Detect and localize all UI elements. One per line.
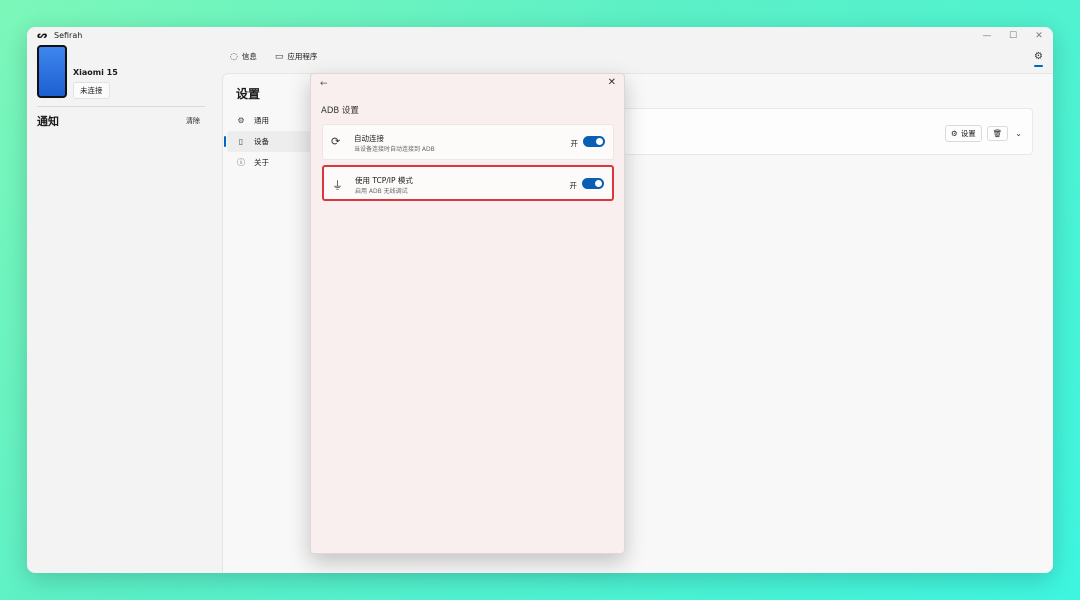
left-divider [37,106,205,107]
option-description: 当设备连接时自动连接到 ADB [354,146,435,153]
window-controls: — ☐ ✕ [981,29,1045,43]
tcpip-mode-toggle[interactable] [582,178,604,189]
option-auto-connect: ⟳ 自动连接 当设备连接时自动连接到 ADB 开 [322,124,614,160]
device-row-actions: ⚙ 设置 🗑 ⌄ [945,125,1024,142]
delete-device-button[interactable]: 🗑 [986,126,1009,141]
option-title: 自动连接 [354,134,384,143]
chevron-down-icon[interactable]: ⌄ [1013,129,1024,138]
settings-nav: ⚙ 通用 ▯ 设备 ⓘ 关于 [223,110,313,173]
option-title: 使用 TCP/IP 模式 [355,176,413,185]
tab-messages-label: 信息 [241,52,257,61]
device-name: Xiaomi 15 [73,68,118,77]
info-icon: ⓘ [237,158,245,167]
notifications-title: 通知 [37,115,59,128]
close-icon[interactable]: ✕ [608,77,616,88]
device-settings-label: 设置 [960,129,976,138]
trash-icon: 🗑 [992,129,1003,138]
settings-nav-about[interactable]: ⓘ 关于 [223,152,313,173]
settings-nav-general[interactable]: ⚙ 通用 [223,110,313,131]
dialog-title: ADB 设置 [321,106,359,116]
apps-icon: ▭ [274,51,284,62]
auto-connect-toggle[interactable] [583,136,605,147]
device-settings-button[interactable]: ⚙ 设置 [945,125,982,142]
message-icon: ◌ [230,51,238,62]
option-description: 启用 ADB 无线调试 [355,188,408,195]
settings-nav-devices[interactable]: ▯ 设备 [224,131,313,152]
device-phone-image[interactable] [37,45,67,98]
page-title: 设置 [236,87,261,101]
title-bar: ᔕ Sefirah — ☐ ✕ [27,27,1053,45]
app-logo-icon: ᔕ [37,31,48,41]
tab-apps[interactable]: ▭ 应用程序 [275,51,318,62]
settings-nav-about-label: 关于 [254,158,269,167]
back-arrow-icon[interactable]: ← [320,79,328,89]
device-status-badge: 未连接 [73,82,110,99]
gear-icon: ⚙ [951,129,958,138]
tab-messages[interactable]: ◌ 信息 [230,51,257,62]
maximize-icon[interactable]: ☐ [1007,29,1019,43]
usb-icon: ⏚ [332,179,343,192]
settings-gear-icon[interactable]: ⚙ [1034,51,1043,62]
adb-settings-dialog: ← ✕ ADB 设置 ⟳ 自动连接 当设备连接时自动连接到 ADB 开 ⏚ 使用… [310,73,625,554]
clear-notifications-button[interactable]: 清除 [186,116,200,126]
minimize-icon[interactable]: — [981,29,993,43]
close-window-icon[interactable]: ✕ [1033,29,1045,43]
top-nav: ◌ 信息 ▭ 应用程序 [230,51,317,62]
settings-nav-devices-label: 设备 [254,137,269,146]
gear-icon: ⚙ [237,116,245,125]
option-state-label: 开 [569,181,578,190]
settings-tab-indicator [1034,65,1043,67]
sync-icon: ⟳ [331,135,341,148]
phone-icon: ▯ [238,137,244,146]
option-state-label: 开 [570,139,579,148]
settings-nav-general-label: 通用 [254,116,269,125]
option-tcpip-mode: ⏚ 使用 TCP/IP 模式 启用 ADB 无线调试 开 [322,165,614,201]
tab-apps-label: 应用程序 [287,52,318,61]
app-title: Sefirah [54,31,83,40]
